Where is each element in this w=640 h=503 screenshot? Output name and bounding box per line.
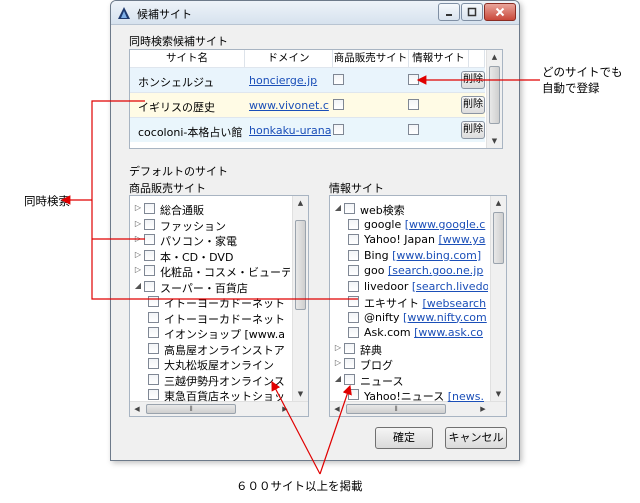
arrow-over600-right (319, 384, 352, 475)
arrow-over600-left (271, 380, 321, 475)
bracket-simultaneous-search (91, 100, 358, 300)
annotation-arrows (60, 75, 540, 475)
